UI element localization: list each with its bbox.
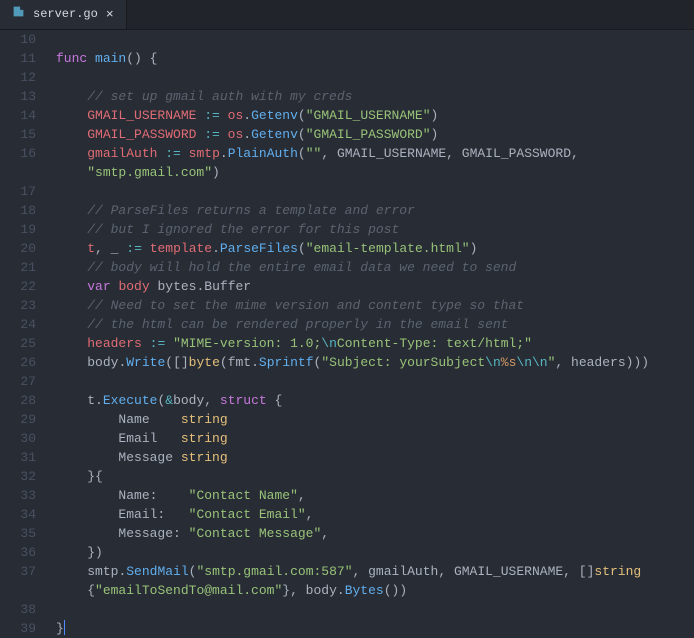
code-area[interactable]: func main() { // set up gmail auth with … (50, 30, 649, 633)
tab-close-icon[interactable]: × (106, 5, 114, 24)
tab-filename: server.go (33, 5, 98, 24)
tab-server-go[interactable]: server.go × (0, 0, 127, 29)
line-number-gutter: 1011121314151617181920212223242526272829… (0, 30, 50, 633)
tab-bar: server.go × (0, 0, 694, 30)
editor[interactable]: 1011121314151617181920212223242526272829… (0, 30, 694, 633)
go-file-icon (12, 5, 25, 24)
